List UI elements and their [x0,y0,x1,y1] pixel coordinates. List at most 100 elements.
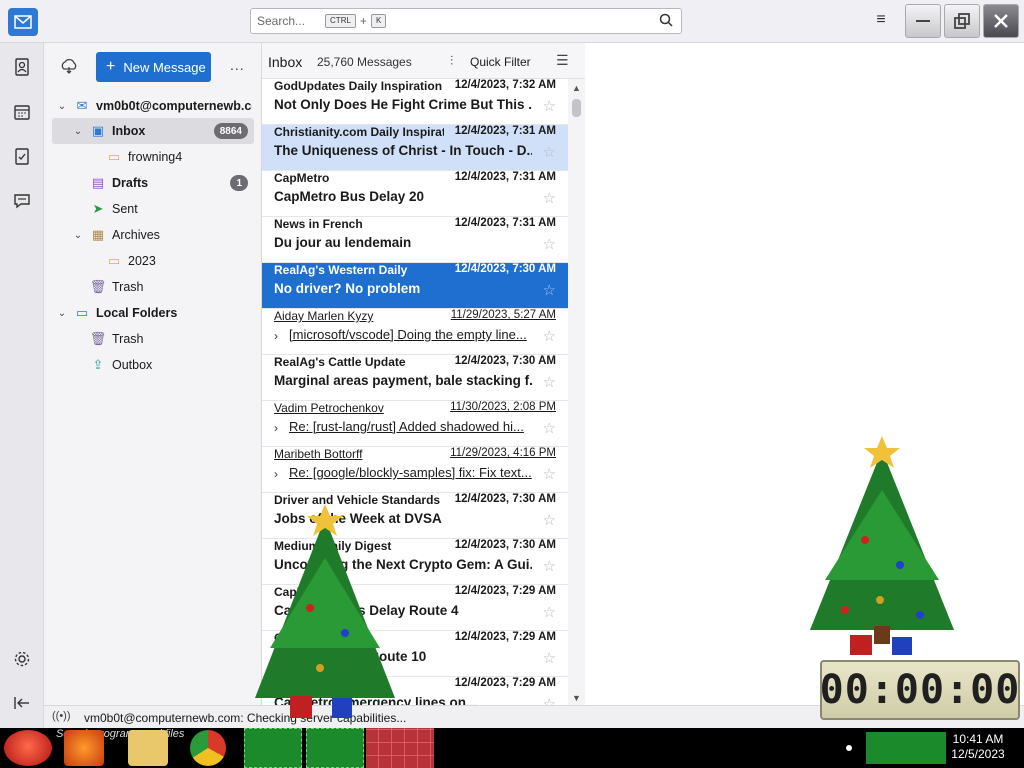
message-row[interactable]: Aiday Marlen Kyzy 11/29/2023, 5:27 AM [mic… [262,309,568,355]
trash-label: Trash [112,280,144,294]
settings-gear-icon[interactable] [10,647,34,671]
message-row[interactable]: GodUpdates Daily Inspiration 12/4/2023, 7… [262,79,568,125]
star-icon[interactable]: ☆ [543,143,556,161]
clock-time: 10:41 AM [952,732,1004,746]
folder-row-sent[interactable]: ➤ Sent [52,196,254,222]
star-icon[interactable]: ☆ [543,465,556,483]
restore-button[interactable] [944,4,980,38]
folder-row-frowning4[interactable]: ▭ frowning4 [52,144,254,170]
message-row[interactable]: RealAg's Western Daily 12/4/2023, 7:30 AM… [262,263,568,309]
message-date: 12/4/2023, 7:31 AM [454,125,556,137]
star-icon[interactable]: ☆ [543,511,556,529]
star-icon[interactable]: ☆ [543,557,556,575]
chevron-down-icon[interactable]: ⌄ [56,101,68,112]
message-sender: Maribeth Bottorff [274,447,363,461]
star-icon[interactable]: ☆ [543,327,556,345]
scrollbar-thumb[interactable] [572,99,581,117]
message-row[interactable]: Christianity.com Daily Inspirat... 12/4/2… [262,125,568,171]
scroll-down-icon[interactable]: ▼ [572,693,581,703]
message-row[interactable]: CapMetro 12/4/2023, 7:31 AM CapMetro Bus D… [262,171,568,217]
star-icon[interactable]: ☆ [543,373,556,391]
message-list-scrollbar[interactable]: ▲ ▼ [568,79,585,705]
system-tray[interactable] [866,732,946,764]
search-icon[interactable] [659,13,675,29]
taskbar-item-thunderbird[interactable] [306,728,364,768]
inbox-unread-badge: 8864 [213,123,248,139]
quick-filter-button[interactable]: Quick Filter [470,55,531,69]
star-icon[interactable]: ☆ [543,603,556,621]
folder-pane-more-button[interactable]: ... [230,57,245,73]
chevron-down-icon[interactable]: ⌄ [56,308,68,319]
folder-label: 2023 [128,254,156,268]
star-icon[interactable]: ☆ [543,97,556,115]
message-row[interactable]: Vadim Petrochenkov 11/30/2023, 2:08 PM Re:… [262,401,568,447]
windows-taskbar: Search programs and files 10:41 AM 12/5/… [0,728,1024,768]
message-date: 12/4/2023, 7:29 AM [454,631,556,643]
message-row[interactable]: RealAg's Cattle Update 12/4/2023, 7:30 AM… [262,355,568,401]
star-icon[interactable]: ☆ [543,695,556,705]
account-label: vm0b0t@computernewb.com [96,99,252,113]
christmas-tree-decoration [220,498,420,731]
star-icon[interactable]: ☆ [543,189,556,207]
folder-row-local-folders[interactable]: ⌄ ▭ Local Folders [52,300,254,326]
message-subject: [microsoft/vscode] Doing the empty line.… [289,327,527,342]
drafts-label: Drafts [112,176,149,190]
minimize-button[interactable] [905,4,941,38]
account-mail-icon: ✉ [76,98,88,113]
message-sender: RealAg's Western Daily [274,263,408,277]
new-message-button[interactable]: + New Message [96,52,211,82]
star-icon[interactable]: ☆ [543,281,556,299]
address-book-icon[interactable] [10,55,34,79]
get-messages-icon[interactable] [60,58,78,77]
shortcut-key-k: K [370,14,387,28]
star-icon[interactable]: ☆ [543,419,556,437]
list-display-options-icon[interactable]: ☰ [556,52,569,69]
drafts-count-badge: 1 [230,175,248,191]
folder-pane-header: + New Message ... [44,43,262,91]
countdown-timer-widget[interactable]: 00:00:00 [820,660,1020,720]
scroll-up-icon[interactable]: ▲ [572,83,581,93]
folder-row-outbox[interactable]: ⇪ Outbox [52,352,254,378]
collapse-spaces-icon[interactable] [10,691,34,715]
message-row[interactable]: News in French 12/4/2023, 7:31 AM Du jour … [262,217,568,263]
app-menu-icon[interactable]: ≡ [872,12,890,28]
star-icon[interactable]: ☆ [543,235,556,253]
message-date: 12/4/2023, 7:29 AM [454,677,556,689]
taskbar-clock[interactable]: 10:41 AM 12/5/2023 [950,732,1006,762]
folder-row-archives[interactable]: ⌄ ▦ Archives [52,222,254,248]
calendar-icon[interactable] [10,100,34,124]
message-date: 12/4/2023, 7:30 AM [454,263,556,275]
folder-row-trash[interactable]: 🗑 Trash [52,274,254,300]
global-search-input[interactable]: Search... CTRL + K [250,8,682,34]
folder-row-drafts[interactable]: ▤ Drafts 1 [52,170,254,196]
tasks-icon[interactable] [10,144,34,168]
mail-app-icon[interactable] [8,8,38,36]
message-date: 12/4/2023, 7:32 AM [454,79,556,91]
chrome-icon[interactable] [190,730,226,766]
message-date: 11/30/2023, 2:08 PM [450,401,556,413]
message-row[interactable]: Maribeth Bottorff 11/29/2023, 4:16 PM Re: … [262,447,568,493]
chat-icon[interactable] [10,189,34,213]
message-date: 11/29/2023, 5:27 AM [450,309,556,321]
chevron-down-icon[interactable]: ⌄ [72,126,84,137]
taskbar-item-tree[interactable] [244,728,302,768]
message-date: 12/4/2023, 7:29 AM [454,585,556,597]
taskbar-item-app[interactable] [366,728,434,768]
thread-chevron-icon[interactable]: › [274,421,278,435]
trash-icon: 🗑 [89,331,107,346]
clock-date: 12/5/2023 [951,747,1005,761]
folder-row-account[interactable]: ⌄ ✉ vm0b0t@computernewb.com [52,93,254,119]
star-icon[interactable]: ☆ [543,649,556,667]
firefox-icon[interactable] [64,730,104,766]
folder-row-2023[interactable]: ▭ 2023 [52,248,254,274]
close-button[interactable] [983,4,1019,38]
thread-chevron-icon[interactable]: › [274,467,278,481]
message-subject: Not Only Does He Fight Crime But This ..… [274,97,532,112]
file-explorer-icon[interactable] [128,730,168,766]
start-button[interactable] [4,730,52,766]
thread-chevron-icon[interactable]: › [274,329,278,343]
chevron-down-icon[interactable]: ⌄ [72,230,84,241]
folder-row-inbox[interactable]: ⌄ ▣ Inbox 8864 [52,118,254,144]
quick-filter-icon[interactable]: ⫶ [450,53,453,69]
folder-row-local-trash[interactable]: 🗑 Trash [52,326,254,352]
